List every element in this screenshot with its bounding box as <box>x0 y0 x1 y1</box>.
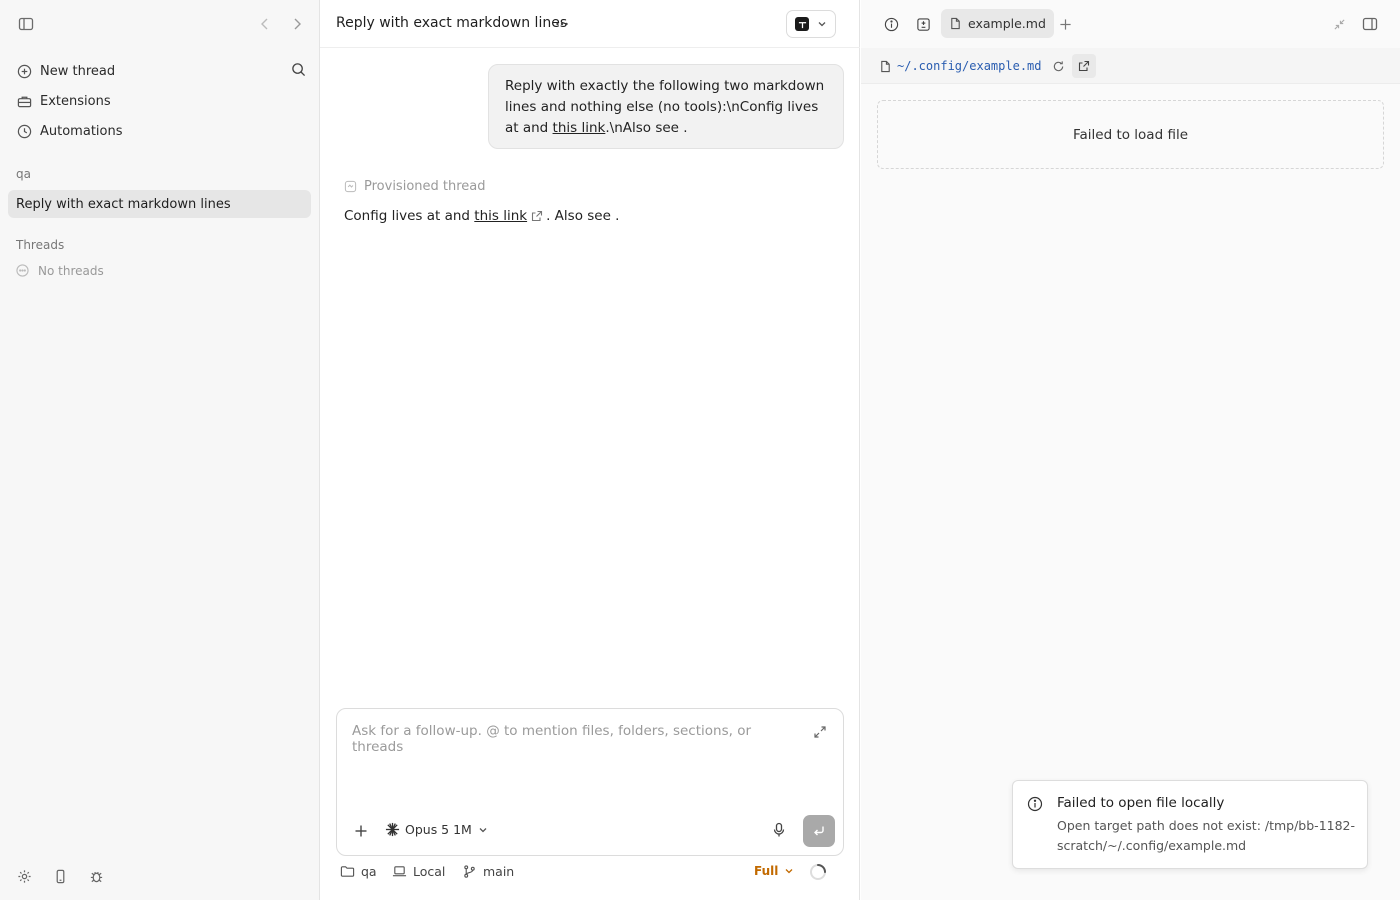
folder-icon <box>340 864 355 879</box>
reply-text-end: . Also see . <box>546 208 620 224</box>
user-message-bubble: Reply with exactly the following two mar… <box>488 64 844 149</box>
composer: Opus 5 1M <box>336 708 844 856</box>
provisioned-thread-status: Provisioned thread <box>344 179 486 194</box>
bug-icon[interactable] <box>84 864 108 888</box>
user-message-link[interactable]: this link <box>553 120 606 136</box>
ellipsis-circle-icon <box>16 264 30 278</box>
project-label[interactable]: qa <box>16 167 31 181</box>
automations-label: Automations <box>40 123 123 139</box>
agent-logo-icon <box>795 17 809 31</box>
search-icon[interactable] <box>289 60 307 78</box>
toast-title: Failed to open file locally <box>1057 795 1225 811</box>
chevron-down-icon <box>817 19 827 29</box>
environment-name: Local <box>413 864 446 879</box>
project-selector[interactable]: qa <box>340 864 377 879</box>
access-mode-selector[interactable]: Full <box>754 864 794 878</box>
file-load-error: Failed to load file <box>877 100 1384 169</box>
file-preview-header: example.md <box>861 0 1400 48</box>
branch-selector[interactable]: main <box>462 864 514 879</box>
loading-spinner-icon <box>809 863 827 881</box>
mobile-device-icon[interactable] <box>48 864 72 888</box>
composer-footer: qa Local main Full <box>336 862 844 884</box>
toolbox-icon <box>16 93 32 109</box>
model-name: Opus 5 1M <box>405 822 472 837</box>
automations-button[interactable]: Automations <box>8 116 312 146</box>
error-toast[interactable]: Failed to open file locally Open target … <box>1012 780 1368 869</box>
chevron-down-icon <box>478 825 488 835</box>
sidebar-header <box>0 0 320 48</box>
expand-icon[interactable] <box>813 725 829 741</box>
user-message-text-end: .\nAlso see . <box>605 120 688 136</box>
conversation-header: Reply with exact markdown lines <box>320 0 860 48</box>
toast-message: Open target path does not exist: /tmp/bb… <box>1057 818 1356 853</box>
assistant-reply: Config lives at and this link . Also see… <box>344 208 619 224</box>
access-mode-label: Full <box>754 864 779 878</box>
sidebar-footer <box>12 864 108 888</box>
settings-gear-icon[interactable] <box>12 864 36 888</box>
microphone-icon[interactable] <box>771 822 789 840</box>
sidebar-item-active-thread[interactable]: Reply with exact markdown lines <box>8 190 311 218</box>
toggle-sidebar-icon[interactable] <box>14 12 38 36</box>
file-path-link[interactable]: ~/.config/example.md <box>897 59 1042 73</box>
file-path-bar: ~/.config/example.md <box>861 48 1400 84</box>
file-load-error-text: Failed to load file <box>1072 126 1188 143</box>
environment-selector[interactable]: Local <box>392 864 445 879</box>
tab-label: example.md <box>968 16 1046 31</box>
new-tab-plus-icon[interactable] <box>1053 12 1077 36</box>
refresh-icon[interactable] <box>1046 54 1070 78</box>
threads-section-label: Threads <box>16 238 65 252</box>
collapse-icon[interactable] <box>1327 12 1351 36</box>
no-threads-placeholder: No threads <box>16 264 104 278</box>
external-link-icon <box>531 210 543 222</box>
provisioned-label: Provisioned thread <box>364 179 486 194</box>
agent-selector[interactable] <box>786 10 836 38</box>
open-externally-icon[interactable] <box>1072 54 1096 78</box>
extensions-label: Extensions <box>40 93 111 109</box>
chevron-down-icon <box>784 866 794 876</box>
file-icon <box>873 54 897 78</box>
info-icon[interactable] <box>879 12 903 36</box>
sidebar: New thread Extensions Automations qa Rep… <box>0 0 320 900</box>
send-return-icon <box>814 826 824 836</box>
model-selector[interactable]: Opus 5 1M <box>385 822 488 837</box>
no-threads-label: No threads <box>38 264 104 278</box>
follow-up-input[interactable] <box>352 723 792 783</box>
info-icon <box>1027 796 1043 812</box>
branch-name: main <box>483 864 515 879</box>
git-branch-icon <box>462 864 477 879</box>
laptop-icon <box>392 864 407 879</box>
back-arrow-icon[interactable] <box>253 12 277 36</box>
add-attachment-icon[interactable] <box>351 821 371 841</box>
new-thread-label: New thread <box>40 63 116 79</box>
project-name: qa <box>361 864 377 879</box>
toggle-right-panel-icon[interactable] <box>1358 12 1382 36</box>
clock-icon <box>16 123 32 139</box>
plus-circle-icon <box>16 63 32 79</box>
file-preview-panel: example.md ~/.config/example.md Failed t… <box>861 0 1400 900</box>
forward-arrow-icon[interactable] <box>285 12 309 36</box>
tab-example-md[interactable]: example.md <box>941 9 1054 38</box>
more-options-icon[interactable] <box>550 12 574 36</box>
new-thread-button[interactable]: New thread <box>8 56 312 86</box>
sidebar-nav: New thread Extensions Automations <box>8 56 312 146</box>
provisioned-icon <box>344 180 357 193</box>
model-star-icon <box>385 822 400 837</box>
reply-text: Config lives at and <box>344 208 475 224</box>
reply-link[interactable]: this link <box>474 208 527 224</box>
file-icon <box>949 17 962 30</box>
send-button[interactable] <box>803 815 835 847</box>
diff-icon[interactable] <box>911 12 935 36</box>
conversation-panel: Reply with exact markdown lines Reply wi… <box>320 0 860 900</box>
extensions-button[interactable]: Extensions <box>8 86 312 116</box>
thread-title: Reply with exact markdown lines <box>336 15 568 31</box>
